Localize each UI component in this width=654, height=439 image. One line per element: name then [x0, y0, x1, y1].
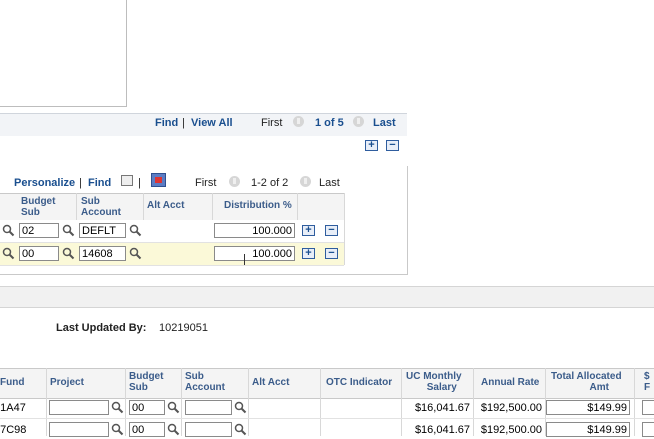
top-view-all-link[interactable]: View All	[191, 117, 233, 129]
total-allocated-amt-input[interactable]	[546, 400, 630, 415]
magnifier-icon[interactable]	[2, 247, 15, 260]
magnifier-icon[interactable]	[167, 401, 180, 414]
header-budget-sub-line1: Budget	[21, 196, 56, 207]
top-find-link[interactable]: Find	[155, 117, 178, 129]
bottom-header-cut-off: $ F	[644, 371, 650, 393]
dist-find-link[interactable]: Find	[88, 177, 111, 189]
bottom-budget-sub-input[interactable]	[129, 400, 165, 415]
bottom-header-fund: Fund	[0, 377, 25, 388]
distribution-input[interactable]	[214, 223, 295, 238]
top-last-link[interactable]: Last	[373, 117, 396, 129]
cut-off-input[interactable]	[642, 400, 654, 415]
bottom-header-total-allocated-line1: Total Allocated	[551, 371, 622, 382]
top-frame	[0, 0, 127, 107]
cut-off-input[interactable]	[642, 422, 654, 437]
bottom-header-budget-sub-line1: Budget	[129, 371, 164, 382]
bottom-header-uc-monthly-line1: UC Monthly	[406, 371, 462, 382]
magnifier-icon[interactable]	[129, 247, 142, 260]
bottom-header-uc-monthly-line2: Salary	[426, 382, 457, 393]
personalize-link[interactable]: Personalize	[14, 177, 75, 189]
magnifier-icon[interactable]	[167, 423, 180, 436]
uc-monthly-salary-value: $16,041.67	[414, 402, 470, 414]
new-window-icon[interactable]	[121, 175, 133, 186]
annual-rate-value: $192,500.00	[480, 402, 542, 414]
header-budget-sub-line2: Sub	[21, 207, 40, 218]
dist-first-label: First	[195, 177, 217, 189]
fund-value: 31A47	[0, 402, 26, 414]
total-allocated-amt-input[interactable]	[546, 422, 630, 437]
magnifier-icon[interactable]	[129, 224, 142, 237]
dist-add-row-button[interactable]: +	[302, 248, 315, 259]
text-cursor-icon	[244, 254, 245, 265]
header-alt-acct: Alt Acct	[147, 200, 185, 211]
header-sub-account: Sub Account	[81, 196, 121, 218]
magnifier-icon[interactable]	[234, 423, 247, 436]
bottom-header-uc-monthly: UC Monthly Salary	[406, 371, 462, 393]
bottom-header-annual-rate: Annual Rate	[481, 377, 540, 388]
magnifier-icon[interactable]	[234, 401, 247, 414]
header-distribution: Distribution %	[224, 200, 292, 211]
bottom-sub-account-input[interactable]	[185, 400, 232, 415]
dist-prev-arrow-icon[interactable]	[229, 176, 240, 187]
download-grid-icon[interactable]	[151, 173, 166, 187]
distribution-input[interactable]	[214, 246, 295, 261]
last-updated-value: 10219051	[159, 322, 208, 334]
download-grid-icon-mark	[155, 177, 162, 183]
dist-last-label: Last	[319, 177, 340, 189]
fund-value: 27C98	[0, 424, 27, 436]
last-updated-label: Last Updated By:	[56, 322, 147, 334]
bottom-header-total-allocated-line2: Amt	[589, 382, 609, 393]
header-sub-account-line2: Account	[81, 207, 121, 218]
dist-next-arrow-icon[interactable]	[300, 176, 311, 187]
sub-account-input[interactable]	[79, 246, 126, 261]
project-input[interactable]	[49, 400, 109, 415]
magnifier-icon[interactable]	[111, 423, 124, 436]
bottom-header-cut-off-line1: $	[644, 371, 650, 382]
magnifier-icon[interactable]	[62, 224, 75, 237]
project-input[interactable]	[49, 422, 109, 437]
bottom-budget-sub-input[interactable]	[129, 422, 165, 437]
sub-account-input[interactable]	[79, 223, 126, 238]
top-pager: 1 of 5	[315, 117, 344, 129]
dist-col-divider	[344, 193, 345, 265]
dist-pager: 1-2 of 2	[251, 177, 289, 189]
uc-monthly-salary-value: $16,041.67	[414, 424, 470, 436]
toolbar-separator-1: |	[79, 177, 82, 189]
magnifier-icon[interactable]	[2, 224, 15, 237]
bottom-sub-account-input[interactable]	[185, 422, 232, 437]
bottom-header-total-allocated: Total Allocated Amt	[551, 371, 622, 393]
budget-sub-input[interactable]	[19, 223, 59, 238]
bottom-header-budget-sub-line2: Sub	[129, 382, 148, 393]
header-sub-account-line1: Sub	[81, 196, 100, 207]
bottom-header-sub-account-line2: Account	[185, 382, 225, 393]
dist-add-row-button[interactable]: +	[302, 225, 315, 236]
dist-delete-row-button[interactable]: −	[325, 225, 338, 236]
magnifier-icon[interactable]	[62, 247, 75, 260]
bottom-header-cut-off-line2: F	[644, 382, 651, 393]
bottom-header-otc: OTC Indicator	[326, 377, 393, 388]
annual-rate-value: $192,500.00	[480, 424, 542, 436]
top-first-label: First	[261, 117, 283, 129]
top-add-row-button[interactable]: +	[365, 140, 378, 151]
magnifier-icon[interactable]	[111, 401, 124, 414]
bottom-header-sub-account-line1: Sub	[185, 371, 204, 382]
section-divider	[0, 286, 654, 308]
toolbar-separator-2: |	[138, 177, 141, 189]
top-next-arrow-icon[interactable]	[353, 116, 364, 127]
bottom-header-alt-acct: Alt Acct	[252, 377, 290, 388]
top-prev-arrow-icon[interactable]	[293, 116, 304, 127]
budget-sub-input[interactable]	[19, 246, 59, 261]
header-budget-sub: Budget Sub	[21, 196, 55, 218]
bottom-header-budget-sub: Budget Sub	[129, 371, 163, 393]
dist-delete-row-button[interactable]: −	[325, 248, 338, 259]
top-separator: |	[182, 117, 185, 129]
bottom-header-project: Project	[50, 377, 84, 388]
bottom-header-sub-account: Sub Account	[185, 371, 225, 393]
top-delete-row-button[interactable]: −	[386, 140, 399, 151]
